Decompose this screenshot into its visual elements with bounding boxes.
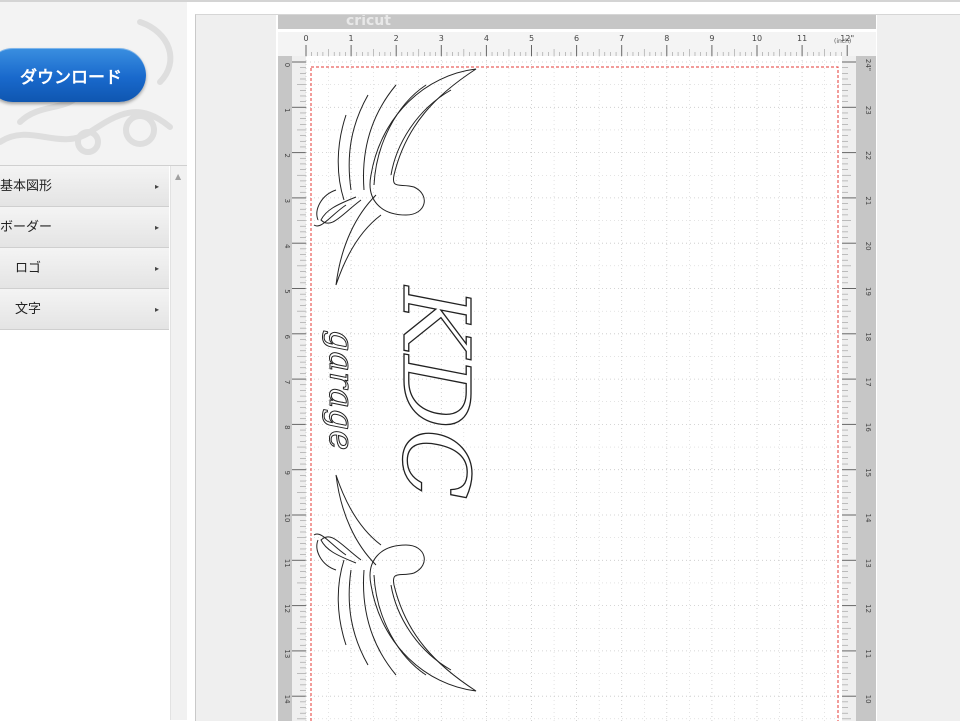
ruler-label: 20 [864,242,872,251]
menu-item-border[interactable]: ボーダー ▸ [0,207,169,248]
ruler-label: 11 [797,34,807,43]
left-panel: ダウンロード 基本図形 ▸ ボーダー ▸ ロゴ ▸ 文字 ▸ ▲ [0,2,187,720]
ruler-label: 2 [283,153,291,157]
ruler-label: 14 [864,514,872,523]
ruler-label: 22 [864,151,872,160]
ruler-label: 11 [864,649,872,658]
ruler-label: 24" [864,59,872,71]
menu-item-basic-shapes[interactable]: 基本図形 ▸ [0,166,169,207]
ruler-label: 6 [283,335,291,340]
menu-scrollbar[interactable]: ▲ [170,166,187,720]
download-button[interactable]: ダウンロード [0,48,146,102]
chevron-right-icon: ▸ [154,223,159,232]
shape-category-menu: 基本図形 ▸ ボーダー ▸ ロゴ ▸ 文字 ▸ ▲ [0,165,187,720]
ruler-label: 2 [394,34,399,43]
left-ruler-scale [292,56,306,721]
right-ruler-scale [842,56,856,721]
ruler-label: 13 [283,649,291,658]
canvas-workspace[interactable]: cricut 0 1 2 3 4 5 6 7 8 9 10 11 12" (inch) 01234567… [195,14,960,721]
chevron-right-icon: ▸ [154,264,159,273]
ruler-label: 8 [283,425,291,429]
ruler-label: 3 [439,34,444,43]
kdc-text: KDC [382,285,489,500]
ruler-label: 19 [864,287,872,296]
ruler-label: 0 [283,63,291,67]
menu-item-logo[interactable]: ロゴ ▸ [0,248,169,289]
ruler-label: 3 [283,199,291,203]
ruler-label: 21 [864,196,872,205]
scroll-up-icon[interactable]: ▲ [175,172,181,181]
ruler-label: 10 [864,695,872,704]
ruler-label: 4 [283,244,291,249]
ruler-label: 11 [283,559,291,568]
ruler-label: 13 [864,559,872,568]
garage-logo-text[interactable]: garage [321,329,362,450]
garage-text: garage [321,330,361,450]
ruler-label: 12 [283,604,291,613]
ruler-label: 5 [283,289,291,293]
menu-item-label: ロゴ [15,261,42,276]
chevron-right-icon: ▸ [154,305,159,314]
ruler-label: 9 [283,470,291,474]
ruler-label: 1 [283,108,291,112]
ruler-label: 10 [752,34,762,43]
ruler-label: 9 [709,34,714,43]
chevron-right-icon: ▸ [154,182,159,191]
ruler-label: 1 [349,34,354,43]
menu-item-label: 文字 [15,302,42,317]
ruler-label: 4 [484,34,489,43]
cutting-mat-canvas[interactable]: cricut 0 1 2 3 4 5 6 7 8 9 10 11 12" (inch) 01234567… [196,15,960,721]
ruler-label: 6 [574,34,579,43]
ruler-label: 5 [529,34,534,43]
ruler-label: 7 [619,34,624,43]
ruler-label: 12 [864,604,872,613]
ruler-label: 15 [864,468,872,477]
download-label: ダウンロード [20,67,122,88]
kdc-logo-text[interactable]: KDC [381,284,489,500]
mat-brand-text: cricut [346,15,391,29]
menu-item-label: 基本図形 [0,179,53,194]
unit-label: (inch) [834,38,851,45]
ruler-label: 17 [864,378,872,387]
ruler-label: 14 [283,695,291,704]
ruler-label: 23 [864,106,872,115]
ruler-label: 18 [864,332,872,341]
menu-item-text[interactable]: 文字 ▸ [0,289,169,330]
ruler-label: 10 [283,514,291,523]
ruler-label: 16 [864,423,872,432]
ruler-label: 8 [664,34,669,43]
ruler-label: 0 [303,34,308,43]
menu-item-label: ボーダー [0,220,53,235]
ruler-label: 7 [283,380,291,384]
